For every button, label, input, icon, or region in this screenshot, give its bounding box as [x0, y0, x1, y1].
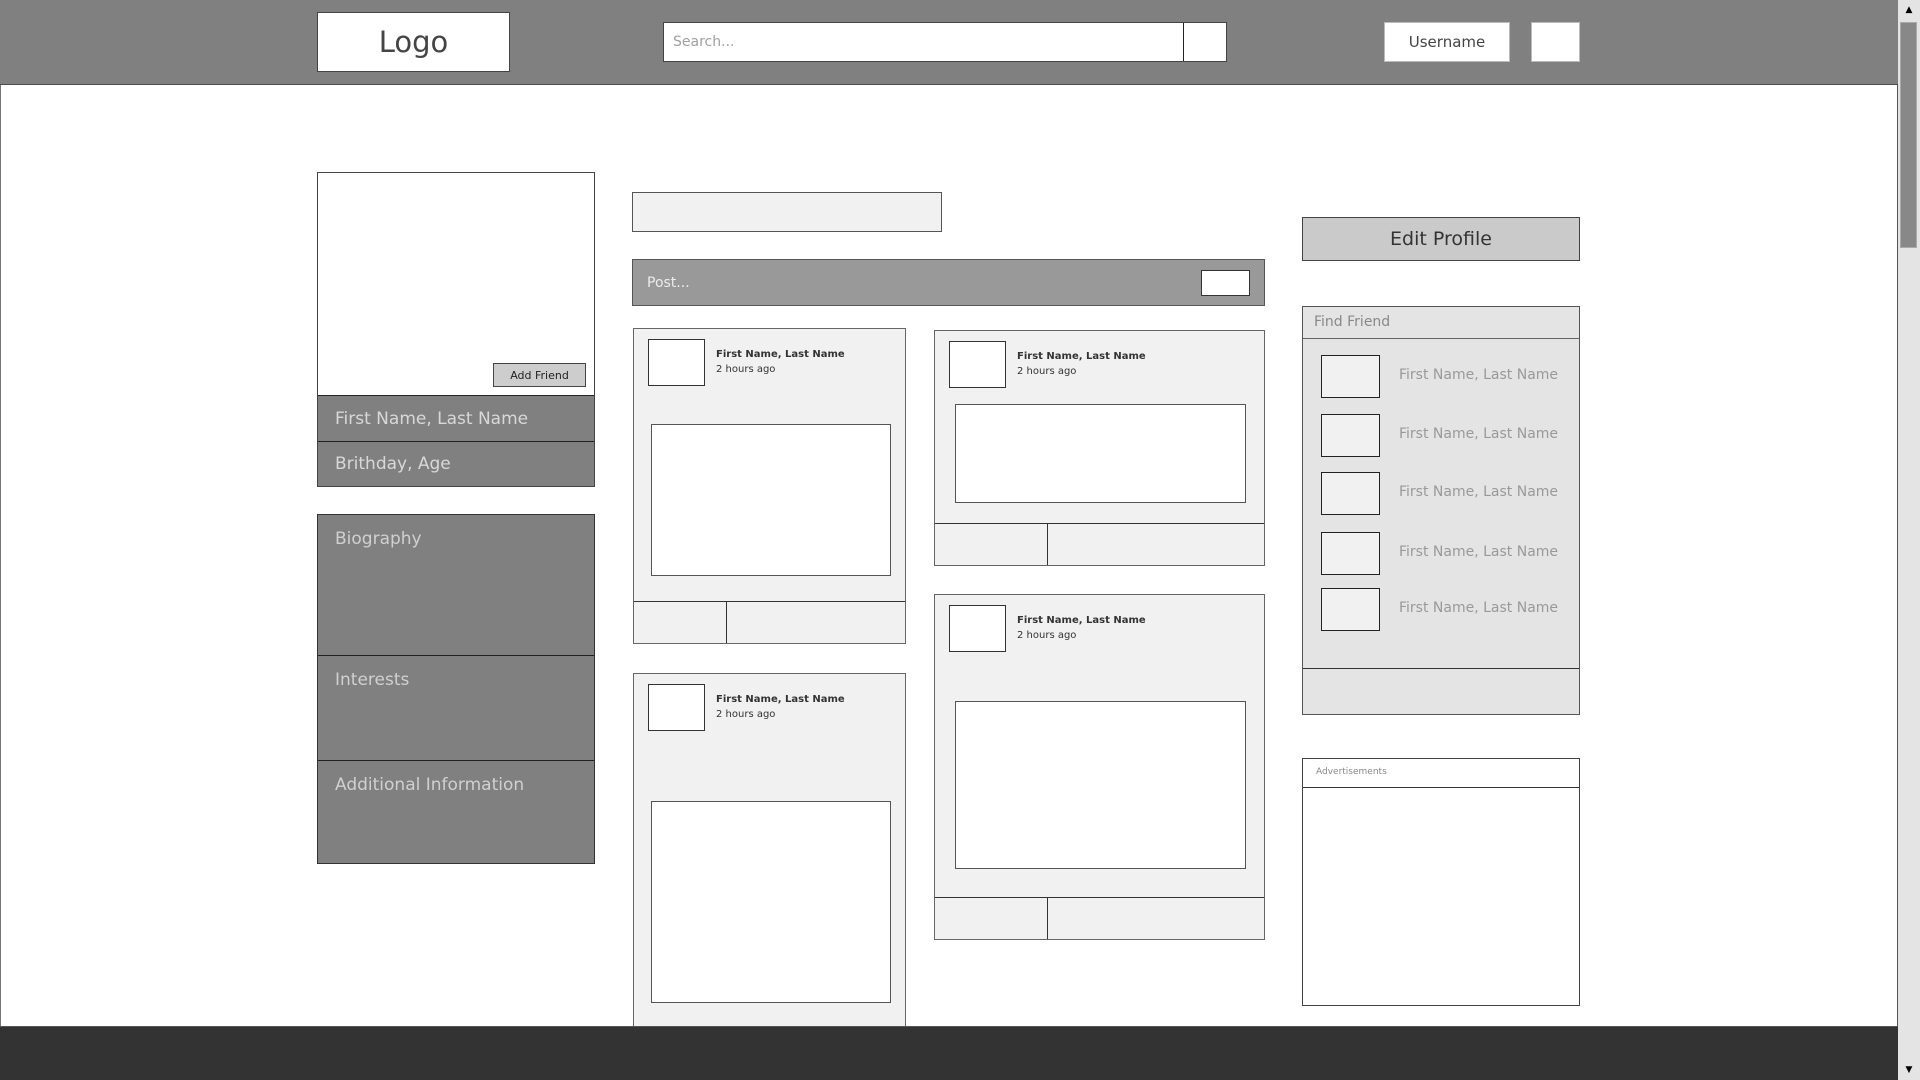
post-actions [634, 601, 905, 643]
post-actions [935, 897, 1264, 939]
search-input[interactable] [664, 23, 1184, 61]
post-comment-button[interactable] [727, 602, 905, 643]
friend-name: First Name, Last Name [1399, 544, 1559, 560]
friend-avatar [1321, 414, 1380, 457]
post-image[interactable] [955, 701, 1246, 869]
feed-filter-box[interactable] [632, 192, 942, 232]
friend-name: First Name, Last Name [1399, 367, 1559, 383]
post-comment-button[interactable] [1048, 524, 1264, 565]
additional-info-section: Additional Information [318, 760, 594, 863]
post-card: First Name, Last Name 2 hours ago [633, 673, 906, 1073]
top-navbar: Logo Username [0, 0, 1898, 85]
advertisements-title: Advertisements [1303, 759, 1579, 788]
username-button[interactable]: Username [1384, 22, 1510, 62]
friend-name: First Name, Last Name [1399, 484, 1559, 500]
add-friend-button[interactable]: Add Friend [493, 363, 586, 387]
profile-photo [318, 173, 594, 395]
post-author-name[interactable]: First Name, Last Name [1017, 351, 1146, 362]
post-author-name[interactable]: First Name, Last Name [716, 349, 845, 360]
friend-avatar [1321, 588, 1380, 631]
search-button[interactable] [1183, 23, 1226, 61]
friend-name: First Name, Last Name [1399, 600, 1559, 616]
post-author-avatar[interactable] [648, 339, 705, 386]
post-like-button[interactable] [935, 524, 1048, 565]
post-author-avatar[interactable] [949, 341, 1006, 388]
profile-birthday-age: Brithday, Age [318, 441, 594, 486]
post-card: First Name, Last Name 2 hours ago [934, 330, 1265, 566]
search-bar [663, 22, 1227, 62]
post-composer [632, 259, 1265, 306]
post-comment-button[interactable] [1048, 898, 1264, 939]
vertical-scrollbar[interactable]: ▲ ▼ [1898, 0, 1920, 1080]
post-timestamp: 2 hours ago [716, 364, 776, 375]
profile-info-card: Biography Interests Additional Informati… [317, 514, 595, 864]
post-timestamp: 2 hours ago [1017, 630, 1077, 641]
friend-suggestion[interactable]: First Name, Last Name [1303, 472, 1579, 516]
post-input[interactable] [633, 260, 1193, 305]
menu-button[interactable] [1531, 22, 1580, 62]
interests-section: Interests [318, 655, 594, 760]
post-submit-button[interactable] [1201, 270, 1250, 296]
post-image[interactable] [955, 404, 1246, 503]
scroll-down-arrow-icon[interactable]: ▼ [1898, 1060, 1920, 1080]
friend-suggestion[interactable]: First Name, Last Name [1303, 588, 1579, 632]
logo[interactable]: Logo [317, 12, 510, 72]
post-like-button[interactable] [634, 602, 727, 643]
post-card: First Name, Last Name 2 hours ago [934, 594, 1265, 940]
post-author-name[interactable]: First Name, Last Name [1017, 615, 1146, 626]
post-timestamp: 2 hours ago [716, 709, 776, 720]
friend-avatar [1321, 472, 1380, 515]
biography-section: Biography [335, 529, 422, 549]
post-card: First Name, Last Name 2 hours ago [633, 328, 906, 644]
advertisements-panel: Advertisements [1302, 758, 1580, 1006]
post-image[interactable] [651, 424, 891, 576]
friend-name: First Name, Last Name [1399, 426, 1559, 442]
page: Logo Username Add Friend First Name, Las… [0, 0, 1920, 1080]
post-image[interactable] [651, 801, 891, 1003]
page-footer [0, 1026, 1898, 1080]
find-friend-panel: Find Friend First Name, Last Name First … [1302, 306, 1580, 715]
scroll-up-arrow-icon[interactable]: ▲ [1898, 0, 1920, 20]
friend-avatar [1321, 532, 1380, 575]
post-timestamp: 2 hours ago [1017, 366, 1077, 377]
find-friend-more-button[interactable] [1303, 668, 1579, 714]
profile-name: First Name, Last Name [318, 395, 594, 441]
post-author-avatar[interactable] [648, 684, 705, 731]
friend-suggestion[interactable]: First Name, Last Name [1303, 355, 1579, 399]
scrollbar-thumb[interactable] [1900, 22, 1917, 248]
post-like-button[interactable] [935, 898, 1048, 939]
post-author-name[interactable]: First Name, Last Name [716, 694, 845, 705]
friend-avatar [1321, 355, 1380, 398]
friend-suggestion[interactable]: First Name, Last Name [1303, 414, 1579, 458]
friend-suggestion[interactable]: First Name, Last Name [1303, 532, 1579, 576]
profile-card: Add Friend First Name, Last Name Brithda… [317, 172, 595, 487]
post-author-avatar[interactable] [949, 605, 1006, 652]
post-actions [935, 523, 1264, 565]
edit-profile-button[interactable]: Edit Profile [1302, 217, 1580, 261]
find-friend-title: Find Friend [1303, 307, 1579, 339]
